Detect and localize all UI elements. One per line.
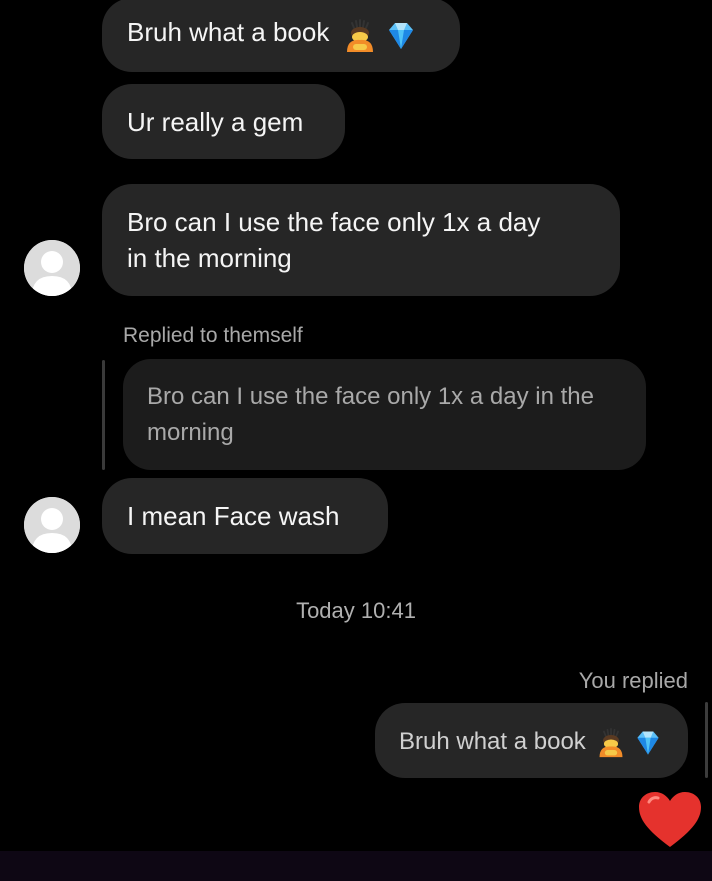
reply-bar xyxy=(102,360,105,470)
message-bubble-1[interactable]: Bruh what a book xyxy=(102,0,460,72)
timestamp: Today 10:41 xyxy=(296,598,416,623)
person-bowing-icon xyxy=(599,728,623,758)
message-bubble-4[interactable]: I mean Face wash xyxy=(102,478,388,554)
quoted-text-line-2: morning xyxy=(147,419,234,446)
person-bowing-icon xyxy=(346,18,373,52)
quoted-text-line-1: Bro can I use the face only 1x a day in … xyxy=(147,383,594,410)
bottom-bar xyxy=(0,851,712,881)
gem-icon xyxy=(388,22,413,49)
message-text: Ur really a gem xyxy=(127,107,304,137)
avatar[interactable] xyxy=(24,240,80,296)
avatar[interactable] xyxy=(24,497,80,553)
gem-icon xyxy=(637,731,659,755)
emoji-group xyxy=(343,16,418,53)
emoji-group xyxy=(596,725,663,761)
message-bubble-3[interactable]: Bro can I use the face only 1x a day in … xyxy=(102,184,620,296)
reply-label: Replied to themself xyxy=(123,324,303,347)
own-reply-bubble[interactable]: Bruh what a book xyxy=(375,703,688,778)
own-reply-text: Bruh what a book xyxy=(399,728,586,755)
default-avatar-icon xyxy=(24,497,80,553)
default-avatar-icon xyxy=(24,240,80,296)
message-bubble-2[interactable]: Ur really a gem xyxy=(102,84,345,159)
quoted-message-bubble[interactable]: Bro can I use the face only 1x a day in … xyxy=(123,359,646,470)
message-text-line-2: in the morning xyxy=(127,243,292,273)
message-text: Bruh what a book xyxy=(127,17,330,47)
red-heart-icon[interactable] xyxy=(637,790,703,850)
you-replied-label: You replied xyxy=(578,668,688,693)
message-text-line-1: Bro can I use the face only 1x a day xyxy=(127,207,541,237)
scrollbar[interactable] xyxy=(705,702,708,778)
message-text: I mean Face wash xyxy=(127,501,340,531)
